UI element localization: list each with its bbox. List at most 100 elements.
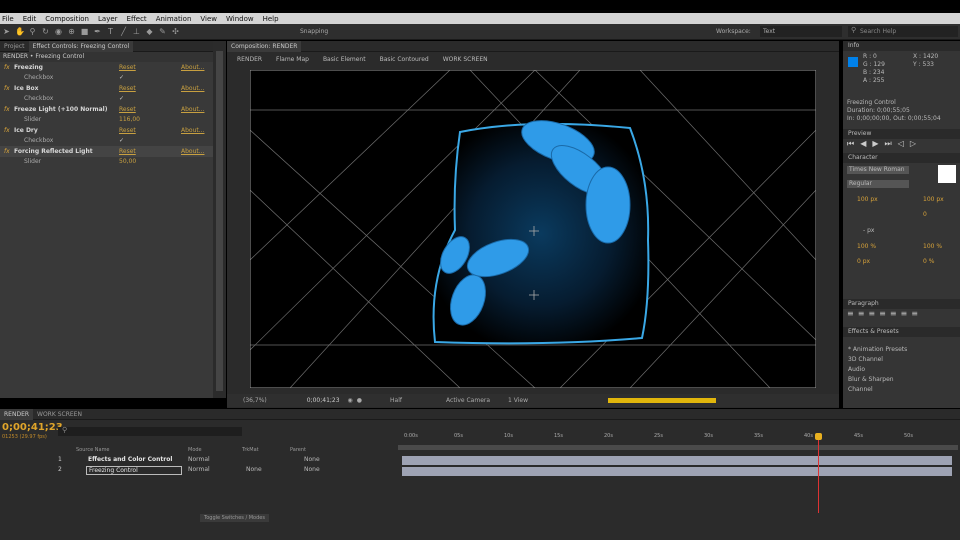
checkbox-icon[interactable]: ✓ <box>119 137 124 144</box>
menu-help[interactable]: Help <box>263 15 279 23</box>
tsume-field[interactable]: 0 % <box>923 258 934 265</box>
menu-window[interactable]: Window <box>226 15 254 23</box>
effect-name[interactable]: Freezing <box>14 64 43 71</box>
fx-icon[interactable]: fx <box>4 127 10 134</box>
channel-icon[interactable]: ● <box>357 397 362 404</box>
effect-row[interactable]: fx Freezing Reset About... <box>0 62 213 73</box>
effect-reset-link[interactable]: Reset <box>119 106 136 113</box>
camera-select[interactable]: Active Camera <box>446 397 490 404</box>
effect-about-link[interactable]: About... <box>181 127 204 134</box>
hand-tool-icon[interactable]: ✋ <box>15 27 25 36</box>
fx-icon[interactable]: fx <box>4 64 10 71</box>
pan-behind-tool-icon[interactable]: ⊕ <box>67 27 76 36</box>
layer-mode[interactable]: Normal <box>188 456 210 463</box>
leading-field[interactable]: 100 px <box>923 196 944 203</box>
time-indicator-head[interactable] <box>815 433 822 440</box>
comp-tab-flame-map[interactable]: Flame Map <box>276 56 309 63</box>
tab-effect-controls[interactable]: Effect Controls: Freezing Control <box>28 40 134 52</box>
timeline-tab-work-screen[interactable]: WORK SCREEN <box>33 409 86 420</box>
comp-tab-basic-element[interactable]: Basic Element <box>323 56 366 63</box>
layer-parent[interactable]: None <box>304 456 320 463</box>
effect-reset-link[interactable]: Reset <box>119 148 136 155</box>
effect-row[interactable]: fx Ice Box Reset About... <box>0 83 213 94</box>
effect-row[interactable]: Slider 50,00 <box>0 157 213 168</box>
effect-row[interactable]: Checkbox ✓ <box>0 94 213 105</box>
checkbox-icon[interactable]: ✓ <box>119 95 124 102</box>
eraser-tool-icon[interactable]: ◆ <box>145 27 154 36</box>
effect-about-link[interactable]: About... <box>181 85 204 92</box>
brush-tool-icon[interactable]: ╱ <box>119 27 128 36</box>
fill-color-swatch[interactable] <box>938 165 956 183</box>
snapshot-icon[interactable]: ◉ <box>348 397 353 404</box>
effect-row[interactable]: Checkbox ✓ <box>0 136 213 147</box>
effect-name[interactable]: Ice Dry <box>14 127 38 134</box>
toggle-switches-modes[interactable]: Toggle Switches / Modes <box>200 514 269 522</box>
pen-tool-icon[interactable]: ✒ <box>93 27 102 36</box>
view-layout-select[interactable]: 1 View <box>508 397 528 404</box>
effect-row[interactable]: Slider 116,00 <box>0 115 213 126</box>
font-style-select[interactable]: Regular <box>847 180 909 188</box>
work-area-bar[interactable] <box>398 445 958 450</box>
comp-tab-render[interactable]: RENDER <box>237 56 262 63</box>
effect-row[interactable]: fx Forcing Reflected Light Reset About... <box>0 146 213 157</box>
preview-controls[interactable]: ⏮◀▶⏭◁▷ <box>843 139 960 153</box>
comp-tab-work-screen[interactable]: WORK SCREEN <box>443 56 488 63</box>
layer-mode[interactable]: Normal <box>188 466 210 473</box>
effect-reset-link[interactable]: Reset <box>119 85 136 92</box>
effect-name[interactable]: Freeze Light (+100 Normal) <box>14 106 107 113</box>
effect-reset-link[interactable]: Reset <box>119 64 136 71</box>
baseline-shift-field[interactable]: 0 px <box>857 258 870 265</box>
effect-about-link[interactable]: About... <box>181 106 204 113</box>
menu-view[interactable]: View <box>200 15 217 23</box>
font-size-field[interactable]: 100 px <box>857 196 878 203</box>
timeline-tab-render[interactable]: RENDER <box>0 408 34 420</box>
current-time-indicator[interactable] <box>818 433 819 513</box>
layer-name[interactable]: Freezing Control <box>86 466 182 475</box>
preset-item[interactable]: Blur & Sharpen <box>848 375 960 385</box>
layer-name[interactable]: Effects and Color Control <box>88 456 172 463</box>
vertical-scale-field[interactable]: 100 % <box>857 243 876 250</box>
timeline-layer-row[interactable]: 1 Effects and Color Control Normal None <box>0 456 400 466</box>
comp-tab-basic-contoured[interactable]: Basic Contoured <box>380 56 429 63</box>
effect-row[interactable]: Checkbox ✓ <box>0 73 213 84</box>
snapping-toggle[interactable]: Snapping <box>300 28 328 35</box>
resolution-select[interactable]: Half <box>390 397 402 404</box>
effect-param-value[interactable]: 50,00 <box>119 158 136 165</box>
zoom-tool-icon[interactable]: ⚲ <box>28 27 37 36</box>
menu-animation[interactable]: Animation <box>156 15 192 23</box>
preset-item[interactable]: 3D Channel <box>848 355 960 365</box>
effect-param-value[interactable]: 116,00 <box>119 116 140 123</box>
preset-item[interactable]: Audio <box>848 365 960 375</box>
effect-name[interactable]: Ice Box <box>14 85 39 92</box>
effect-name[interactable]: Forcing Reflected Light <box>14 148 93 155</box>
fx-icon[interactable]: fx <box>4 85 10 92</box>
clone-stamp-tool-icon[interactable]: ⊥ <box>132 27 141 36</box>
panel-scrollbar[interactable] <box>213 41 226 398</box>
preset-item[interactable]: * Animation Presets <box>848 345 960 355</box>
rotate-tool-icon[interactable]: ↻ <box>41 27 50 36</box>
rectangle-tool-icon[interactable]: ■ <box>80 27 89 36</box>
roto-brush-tool-icon[interactable]: ✎ <box>158 27 167 36</box>
menu-composition[interactable]: Composition <box>45 15 89 23</box>
menu-effect[interactable]: Effect <box>127 15 147 23</box>
layer-duration-bar[interactable] <box>402 456 952 465</box>
horizontal-scale-field[interactable]: 100 % <box>923 243 942 250</box>
effect-about-link[interactable]: About... <box>181 148 204 155</box>
workspace-select[interactable]: Text <box>760 26 842 37</box>
menu-file[interactable]: File <box>2 15 14 23</box>
zoom-select[interactable]: (36,7%) <box>243 397 267 404</box>
effect-row[interactable]: fx Freeze Light (+100 Normal) Reset About..… <box>0 104 213 115</box>
type-tool-icon[interactable]: T <box>106 27 115 36</box>
tab-project[interactable]: Project <box>0 41 29 52</box>
time-ruler[interactable]: 0:00s 05s 10s 15s 20s 25s 30s 35s 40s 45s 50s <box>400 431 958 445</box>
layer-parent[interactable]: None <box>304 466 320 473</box>
font-family-select[interactable]: Times New Roman <box>847 166 909 174</box>
effect-about-link[interactable]: About... <box>181 64 204 71</box>
composition-viewer[interactable] <box>250 70 816 388</box>
menu-layer[interactable]: Layer <box>98 15 118 23</box>
preset-item[interactable]: Channel <box>848 385 960 395</box>
effect-row[interactable]: fx Ice Dry Reset About... <box>0 125 213 136</box>
indent-field[interactable]: - px <box>863 227 874 234</box>
effect-reset-link[interactable]: Reset <box>119 127 136 134</box>
checkbox-icon[interactable]: ✓ <box>119 74 124 81</box>
